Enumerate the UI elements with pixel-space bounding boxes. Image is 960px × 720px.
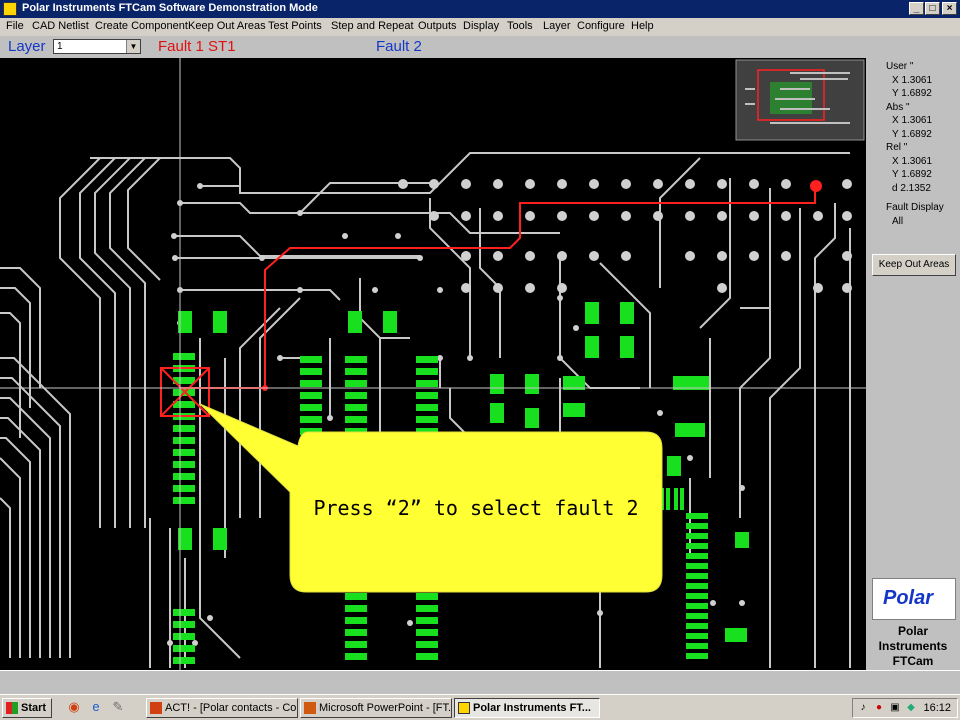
callout-text: Press “2” to select fault 2 [313, 496, 639, 520]
task-act[interactable]: ACT! - [Polar contacts - Co... [146, 698, 298, 718]
fault-2-label[interactable]: Fault 2 [376, 38, 422, 55]
company-line-2: Instruments [878, 639, 948, 653]
company-name: Polar Instruments FTCam [866, 624, 960, 669]
tray-network-icon[interactable]: ▣ [889, 702, 901, 714]
tray-volume-icon[interactable]: ♪ [857, 702, 869, 714]
coordinate-panel: User " X 1.3061 Y 1.6892 Abs " X 1.3061 … [866, 58, 960, 670]
tray-utility-icon[interactable]: ◆ [905, 702, 917, 714]
menu-configure[interactable]: Configure [577, 20, 625, 32]
menu-tools[interactable]: Tools [507, 20, 533, 32]
company-line-3: FTCam [892, 654, 934, 668]
task-polar-ftcam[interactable]: Polar Instruments FT... [454, 698, 600, 718]
menu-help[interactable]: Help [631, 20, 654, 32]
polar-logo-text: Polar [883, 587, 934, 609]
user-y-value: Y 1.6892 [892, 88, 932, 99]
fault-display-value: All [892, 215, 904, 227]
menu-keep-out-areas[interactable]: Keep Out Areas [188, 20, 266, 32]
tray-antivirus-icon[interactable]: ● [873, 702, 885, 714]
maximize-button[interactable]: □ [925, 2, 940, 15]
taskbar: Start ◉ e ✎ ACT! - [Polar contacts - Co.… [0, 694, 960, 720]
task-polar-label: Polar Instruments FT... [473, 702, 591, 714]
rel-distance-value: d 2.1352 [892, 182, 931, 194]
quicklaunch-browser-icon[interactable]: ◉ [66, 699, 82, 715]
layer-bar: Layer 1 ▼ Fault 1 ST1 Fault 2 [0, 36, 960, 58]
rel-y-value: Y 1.6892 [892, 169, 932, 180]
rel-x-value: X 1.3061 [892, 155, 933, 167]
pcb-drawing [0, 58, 866, 670]
system-tray: ♪ ● ▣ ◆ 16:12 [852, 698, 958, 718]
menu-create-component[interactable]: Create Component [95, 20, 188, 32]
chevron-down-icon[interactable]: ▼ [126, 40, 140, 53]
app-icon[interactable] [3, 2, 17, 16]
menu-cad-netlist[interactable]: CAD Netlist [32, 20, 89, 32]
task-powerpoint[interactable]: Microsoft PowerPoint - [FT... [300, 698, 452, 718]
rel-coord-label: Rel " [886, 142, 908, 153]
abs-y-value: Y 1.6892 [892, 128, 932, 140]
company-line-1: Polar [897, 624, 928, 638]
internet-explorer-icon[interactable]: e [88, 699, 104, 715]
close-button[interactable]: × [942, 2, 957, 15]
quicklaunch-edit-icon[interactable]: ✎ [110, 699, 126, 715]
keep-out-areas-button[interactable]: Keep Out Areas [872, 254, 956, 276]
polar-logo: Polar [872, 578, 956, 620]
powerpoint-icon [304, 702, 316, 714]
layer-select[interactable]: 1 ▼ [53, 39, 141, 54]
start-label: Start [21, 702, 47, 714]
menu-file[interactable]: File [6, 20, 24, 32]
windows-flag-icon [6, 702, 18, 714]
task-act-label: ACT! - [Polar contacts - Co... [165, 702, 298, 714]
menu-step-and-repeat[interactable]: Step and Repeat [331, 20, 414, 32]
menu-display[interactable]: Display [463, 20, 499, 32]
ftcam-icon [458, 702, 470, 714]
layer-select-value: 1 [57, 41, 63, 52]
menu-test-points[interactable]: Test Points [268, 20, 322, 32]
abs-x-value: X 1.3061 [892, 115, 933, 126]
status-bar [0, 670, 960, 694]
layer-label: Layer [8, 38, 46, 55]
window-title: Polar Instruments FTCam Software Demonst… [22, 2, 318, 14]
fault-display-label: Fault Display [886, 202, 944, 213]
start-button[interactable]: Start [2, 698, 52, 718]
menu-layer[interactable]: Layer [543, 20, 571, 32]
user-coord-label: User " [886, 61, 914, 72]
task-powerpoint-label: Microsoft PowerPoint - [FT... [319, 702, 452, 714]
pcb-canvas[interactable] [0, 58, 866, 670]
coordinate-readout: User " X 1.3061 Y 1.6892 Abs " X 1.3061 … [886, 60, 944, 228]
minimize-button[interactable]: _ [909, 2, 924, 15]
abs-coord-label: Abs " [886, 101, 910, 113]
menu-bar: File CAD Netlist Create Component Keep O… [0, 18, 960, 36]
user-x-value: X 1.3061 [892, 74, 933, 86]
title-bar: Polar Instruments FTCam Software Demonst… [0, 0, 960, 18]
clock: 16:12 [923, 702, 951, 714]
fault-1-label[interactable]: Fault 1 ST1 [158, 38, 236, 55]
act-app-icon [150, 702, 162, 714]
menu-outputs[interactable]: Outputs [418, 20, 457, 32]
